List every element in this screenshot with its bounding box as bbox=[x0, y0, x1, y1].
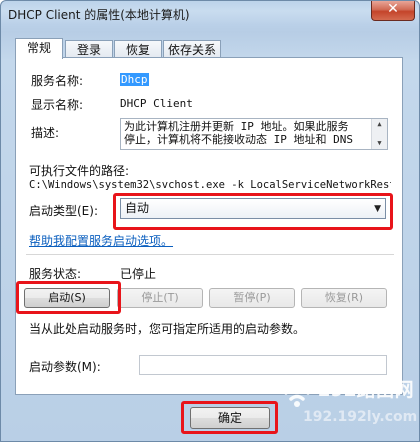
startup-type-label: 启动类型(E): bbox=[29, 204, 98, 218]
display-name-value[interactable]: DHCP Client bbox=[120, 97, 193, 110]
tab-recovery[interactable]: 恢复 bbox=[114, 40, 162, 58]
scroll-up-icon[interactable]: ▲ bbox=[372, 119, 387, 130]
start-button[interactable]: 启动(S) bbox=[24, 288, 110, 308]
tab-logon[interactable]: 登录 bbox=[65, 40, 113, 58]
tab-dependencies[interactable]: 依存关系 bbox=[163, 40, 221, 58]
resume-button[interactable]: 恢复(R) bbox=[301, 288, 387, 308]
close-icon: ✕ bbox=[387, 1, 399, 17]
description-line-1: 为此计算机注册并更新 IP 地址。如果此服务 bbox=[124, 120, 349, 133]
description-label: 描述: bbox=[31, 126, 60, 140]
ok-button[interactable]: 确定 bbox=[190, 407, 270, 429]
startup-type-value: 自动 bbox=[125, 201, 150, 215]
service-name-field: Dhcp bbox=[120, 73, 149, 86]
startup-type-select[interactable]: 自动 ▼ bbox=[120, 198, 386, 219]
service-status-value: 已停止 bbox=[120, 267, 157, 281]
title-bar[interactable]: DHCP Client 的属性(本地计算机) ✕ bbox=[1, 1, 419, 29]
window-title: DHCP Client 的属性(本地计算机) bbox=[8, 8, 190, 22]
help-link[interactable]: 帮助我配置服务启动选项。 bbox=[29, 232, 173, 249]
description-scrollbar[interactable]: ▲ ▼ bbox=[371, 119, 387, 149]
general-panel: 服务名称: Dhcp 显示名称: DHCP Client 描述: 为此计算机注册… bbox=[15, 57, 403, 395]
scroll-down-icon[interactable]: ▼ bbox=[372, 138, 387, 149]
properties-dialog: DHCP Client 的属性(本地计算机) ✕ 常规 登录 恢复 依存关系 服… bbox=[0, 0, 420, 442]
service-name-value[interactable]: Dhcp bbox=[120, 73, 149, 86]
watermark: 192路由网 192.192ly.com bbox=[277, 367, 417, 437]
exe-path-label: 可执行文件的路径: bbox=[29, 164, 130, 178]
exe-path-value[interactable]: C:\Windows\system32\svchost.exe -k Local… bbox=[29, 179, 391, 191]
service-name-label: 服务名称: bbox=[31, 74, 84, 88]
tab-general[interactable]: 常规 bbox=[15, 38, 63, 59]
start-params-label: 启动参数(M): bbox=[29, 360, 101, 374]
stop-button[interactable]: 停止(T) bbox=[117, 288, 203, 308]
pause-button[interactable]: 暂停(P) bbox=[209, 288, 295, 308]
wifi-icon bbox=[279, 378, 315, 407]
divider bbox=[26, 254, 394, 255]
dropdown-arrow-icon: ▼ bbox=[374, 204, 381, 214]
close-button[interactable]: ✕ bbox=[371, 1, 415, 21]
description-textbox[interactable]: 为此计算机注册并更新 IP 地址。如果此服务 停止，计算机将不能接收动态 IP … bbox=[120, 118, 388, 150]
watermark-brand: 192路由网 bbox=[317, 379, 414, 401]
watermark-url: 192.192ly.com bbox=[303, 409, 418, 425]
service-status-label: 服务状态: bbox=[29, 267, 82, 281]
start-params-hint: 当从此处启动服务时，您可指定所适用的启动参数。 bbox=[29, 322, 306, 336]
display-name-label: 显示名称: bbox=[31, 98, 84, 112]
description-line-2: 停止，计算机将不能接收动态 IP 地址和 DNS bbox=[124, 133, 353, 146]
